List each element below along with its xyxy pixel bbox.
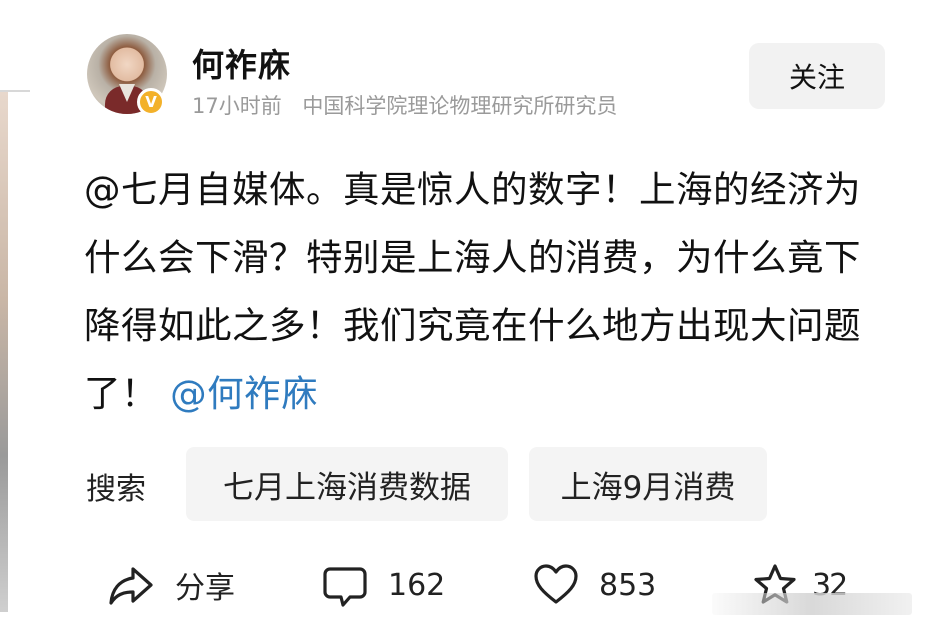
author-name[interactable]: 何祚庥 — [192, 40, 291, 86]
like-button[interactable]: 853 — [533, 558, 656, 612]
search-label: 搜索 — [86, 472, 146, 507]
previous-card-edge — [0, 92, 8, 612]
search-chip[interactable]: 上海9月消费 — [529, 447, 767, 521]
comment-count: 162 — [388, 567, 446, 603]
post-body: @七月自媒体。真是惊人的数字！上海的经济为什么会下滑？特别是上海人的消费，为什么… — [84, 156, 894, 428]
author-meta: 17小时前 中国科学院理论物理研究所研究员 — [192, 90, 617, 120]
watermark-overlay — [712, 593, 912, 615]
comment-button[interactable]: 162 — [322, 558, 445, 612]
post-time: 17小时前 — [192, 94, 282, 118]
follow-button[interactable]: 关注 — [749, 43, 885, 109]
post-card: V 何祚庥 17小时前 中国科学院理论物理研究所研究员 关注 @七月自媒体。真是… — [0, 0, 927, 629]
share-icon — [107, 561, 155, 609]
heart-icon — [533, 562, 579, 608]
share-label: 分享 — [175, 571, 235, 606]
mention-link[interactable]: @何祚庥 — [170, 372, 318, 415]
author-title: 中国科学院理论物理研究所研究员 — [302, 94, 618, 118]
verified-badge-icon: V — [137, 88, 165, 116]
search-chip[interactable]: 七月上海消费数据 — [186, 447, 508, 521]
like-count: 853 — [599, 567, 657, 603]
share-button[interactable]: 分享 — [107, 558, 235, 612]
comment-icon — [322, 561, 368, 609]
